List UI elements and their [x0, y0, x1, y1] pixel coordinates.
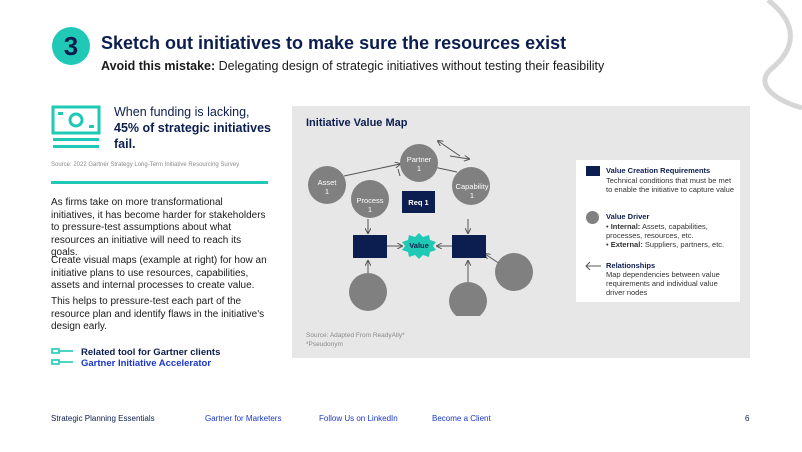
- value-driver-node: [495, 253, 533, 291]
- mistake-line: Avoid this mistake: Delegating design of…: [101, 59, 604, 73]
- value-map-source: Source: Adapted From ReadyAlly* *Pseudony…: [306, 332, 405, 348]
- relationship-arrow: [438, 141, 461, 157]
- node-label-req: Req 1: [408, 198, 429, 207]
- footer-link-marketers[interactable]: Gartner for Marketers: [205, 414, 281, 423]
- related-tool-link[interactable]: Gartner Initiative Accelerator: [81, 358, 211, 369]
- relationship-arrow: [343, 164, 400, 177]
- legend-relationships-title: Relationships: [606, 261, 656, 270]
- value-map-diagram: [308, 106, 533, 316]
- legend-driver-body: • Internal: Assets, capabilities, proces…: [606, 222, 725, 249]
- legend-requirements-title: Value Creation Requirements: [606, 166, 711, 175]
- node-label-value: Value: [409, 241, 429, 250]
- related-tool-label: Related tool for Gartner clients: [81, 347, 221, 358]
- body-paragraph: Create visual maps (example at right) fo…: [51, 255, 267, 291]
- footer-title: Strategic Planning Essentials: [51, 414, 155, 423]
- requirement-node: [452, 235, 486, 258]
- mistake-text: Delegating design of strategic initiativ…: [215, 59, 605, 73]
- value-driver-node: [349, 273, 387, 311]
- node-label-process: Process 1: [356, 196, 384, 214]
- stat-highlight: 45% of strategic initiatives fail.: [114, 121, 272, 151]
- relationship-arrow: [449, 156, 469, 159]
- body-paragraph: This helps to pressure-test each part of…: [51, 296, 265, 332]
- tool-icon: [51, 348, 73, 365]
- money-icon: [51, 105, 101, 148]
- footer-link-become-client[interactable]: Become a Client: [432, 414, 491, 423]
- requirement-node: [353, 235, 387, 258]
- value-driver-node: [449, 282, 487, 316]
- page-title: Sketch out initiatives to make sure the …: [101, 33, 567, 53]
- relationship-arrow: [397, 168, 401, 177]
- stat-prefix: When funding is lacking,: [114, 105, 250, 119]
- node-label-capability: Capability 1: [455, 182, 489, 200]
- node-label-partner: Partner 1: [406, 155, 432, 173]
- page-number: 6: [745, 414, 750, 423]
- stat-callout: When funding is lacking, 45% of strategi…: [114, 104, 274, 152]
- node-label-asset: Asset 1: [317, 178, 337, 196]
- driver-swatch: [586, 211, 599, 224]
- legend-relationships-body: Map dependencies between value requireme…: [606, 270, 720, 297]
- value-map-legend: Value Creation Requirements Technical co…: [576, 160, 740, 302]
- mistake-label: Avoid this mistake:: [101, 59, 216, 73]
- arrow-left-icon: [585, 261, 601, 271]
- requirement-swatch: [586, 166, 600, 176]
- footer-link-linkedin[interactable]: Follow Us on LinkedIn: [319, 414, 398, 423]
- divider: [51, 181, 268, 184]
- body-paragraph: As firms take on more transformational i…: [51, 197, 266, 258]
- legend-driver-title: Value Driver: [606, 212, 650, 221]
- stat-source: Source: 2022 Gartner Strategy Long-Term …: [51, 162, 240, 168]
- legend-requirements-body: Technical conditions that must be met to…: [606, 176, 735, 194]
- swoosh-decoration: [762, 0, 802, 110]
- step-number-badge: 3: [52, 27, 90, 65]
